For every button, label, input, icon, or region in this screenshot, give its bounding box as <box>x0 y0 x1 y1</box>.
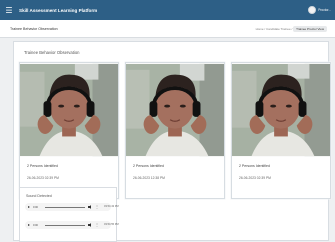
snapshot-status: 2 Persons Identified <box>133 164 164 168</box>
snapshot-time: 26-06-2023 12:38 PM <box>133 176 165 180</box>
top-navigation-bar: ☰ Skill Assessment Learning Platform Pro… <box>0 0 335 20</box>
page-header: Trainee Behavior Observation Home / Cand… <box>0 20 335 38</box>
audio-label: 03:54:55 PM <box>104 223 119 226</box>
sound-detected-title: Sound Detected <box>26 194 52 198</box>
avatar[interactable] <box>308 6 317 14</box>
breadcrumb-current: Trainee Proctor View <box>293 26 327 32</box>
snapshot-time: 26-06-2023 02:39 PM <box>27 176 59 180</box>
snapshot-card[interactable]: 2 Persons Identified 26-06-2023 02:39 PM <box>19 62 119 199</box>
audio-player[interactable]: 0:00 ⋮ <box>25 203 111 211</box>
snapshot-card[interactable]: 2 Persons Identified 26-06-2023 02:39 PM <box>231 62 331 199</box>
webcam-snapshot-image <box>126 63 224 157</box>
volume-icon[interactable] <box>88 223 93 227</box>
audio-progress-track[interactable] <box>45 224 85 226</box>
breadcrumb-candidate[interactable]: Candidate Trainee <box>266 27 291 31</box>
observation-panel: Trainee Behavior Observation 2 Persons I… <box>13 41 331 242</box>
volume-icon[interactable] <box>88 205 93 209</box>
user-menu[interactable]: Proctor... <box>308 6 331 14</box>
webcam-snapshot-image <box>20 63 118 157</box>
menu-icon[interactable]: ☰ <box>2 6 16 15</box>
audio-time: 0:00 <box>33 205 38 209</box>
webcam-snapshot-image <box>232 63 330 157</box>
sound-detected-card: Sound Detected 0:00 ⋮ 03:54:43 PM 0:00 ⋮… <box>19 187 119 242</box>
user-name: Proctor... <box>318 8 331 12</box>
play-icon[interactable] <box>28 206 30 208</box>
audio-time: 0:00 <box>33 223 38 227</box>
snapshot-status: 2 Persons Identified <box>239 164 270 168</box>
audio-player[interactable]: 0:00 ⋮ <box>25 221 111 229</box>
breadcrumb: Home / Candidate Trainee / Trainee Proct… <box>256 26 327 32</box>
panel-title: Trainee Behavior Observation <box>24 50 80 55</box>
audio-progress-track[interactable] <box>45 206 85 208</box>
app-title: Skill Assessment Learning Platform <box>19 7 98 13</box>
breadcrumb-home[interactable]: Home <box>256 27 264 31</box>
snapshot-time: 26-06-2023 02:39 PM <box>239 176 271 180</box>
snapshot-card[interactable]: 2 Persons Identified 26-06-2023 12:38 PM <box>125 62 225 199</box>
page-title: Trainee Behavior Observation <box>10 27 58 31</box>
more-options-icon[interactable]: ⋮ <box>95 223 99 227</box>
more-options-icon[interactable]: ⋮ <box>95 205 99 209</box>
snapshot-status: 2 Persons Identified <box>27 164 58 168</box>
play-icon[interactable] <box>28 224 30 226</box>
audio-label: 03:54:43 PM <box>104 205 119 208</box>
